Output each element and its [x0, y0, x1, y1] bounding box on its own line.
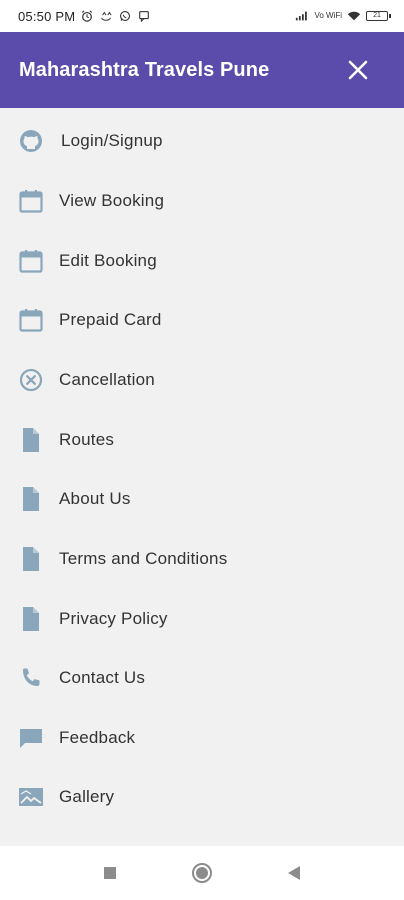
menu-item-label: Contact Us	[59, 668, 146, 687]
menu-item-prepaid-card[interactable]: Prepaid Card	[0, 295, 404, 345]
wifi-icon	[347, 11, 361, 21]
menu-item-label: Login/Signup	[61, 131, 163, 150]
signal-icon	[296, 11, 308, 21]
menu-item-label: About Us	[59, 489, 131, 508]
back-triangle-icon	[288, 866, 300, 880]
app-bar: Maharashtra Travels Pune	[0, 32, 404, 108]
whatsapp-icon	[120, 10, 131, 22]
network-label: Vo WiFi	[314, 11, 342, 20]
menu-item-terms-and-conditions[interactable]: Terms and Conditions	[0, 534, 404, 584]
menu-item-edit-booking[interactable]: Edit Booking	[0, 236, 404, 286]
status-time: 05:50 PM	[18, 8, 76, 24]
document-icon	[18, 546, 44, 572]
menu-item-about-us[interactable]: About Us	[0, 474, 404, 524]
close-button[interactable]	[346, 58, 370, 82]
menu-item-label: Feedback	[59, 728, 136, 747]
calendar-icon	[18, 248, 44, 274]
menu-item-label: Privacy Policy	[59, 609, 168, 628]
menu-item-privacy-policy[interactable]: Privacy Policy	[0, 594, 404, 644]
menu-item-label: Cancellation	[59, 370, 155, 389]
recents-button[interactable]	[98, 861, 122, 885]
home-circle-icon	[192, 863, 212, 883]
menu-item-cancellation[interactable]: Cancellation	[0, 355, 404, 405]
document-icon	[18, 427, 44, 453]
menu-item-gallery[interactable]: Gallery	[0, 772, 404, 822]
calendar-icon	[18, 188, 44, 214]
menu-item-label: Edit Booking	[59, 251, 157, 270]
menu-item-login-signup[interactable]: Login/Signup	[0, 116, 404, 166]
document-icon	[18, 606, 44, 632]
menu-item-label: Gallery	[59, 787, 115, 806]
recents-square-icon	[104, 867, 116, 879]
document-icon	[18, 486, 44, 512]
menu-item-label: View Booking	[59, 191, 165, 210]
message-icon	[139, 11, 150, 22]
sync-icon	[101, 11, 112, 21]
cancel-circle-icon	[18, 367, 44, 393]
status-left: 05:50 PM	[18, 9, 151, 24]
menu-item-label: Prepaid Card	[59, 310, 162, 329]
calendar-icon	[18, 307, 44, 333]
drawer-menu: Login/Signup View Booking Edit Booking P…	[0, 108, 404, 846]
close-icon	[348, 60, 368, 80]
menu-item-contact-us[interactable]: Contact Us	[0, 653, 404, 703]
menu-item-feedback[interactable]: Feedback	[0, 713, 404, 763]
menu-item-routes[interactable]: Routes	[0, 415, 404, 465]
home-button[interactable]	[190, 861, 214, 885]
github-icon	[18, 128, 44, 154]
status-right: Vo WiFi 21	[295, 10, 391, 22]
chat-bubble-icon	[18, 725, 44, 751]
phone-icon	[18, 665, 44, 691]
battery-icon: 21	[366, 11, 391, 21]
menu-item-view-booking[interactable]: View Booking	[0, 176, 404, 226]
status-bar: 05:50 PM Vo WiFi 21	[0, 0, 404, 32]
image-icon	[18, 784, 44, 810]
app-title: Maharashtra Travels Pune	[19, 58, 270, 81]
menu-item-label: Terms and Conditions	[59, 549, 228, 568]
back-button[interactable]	[282, 861, 306, 885]
alarm-icon	[82, 10, 93, 22]
menu-item-label: Routes	[59, 430, 115, 449]
system-nav-bar	[0, 846, 404, 900]
